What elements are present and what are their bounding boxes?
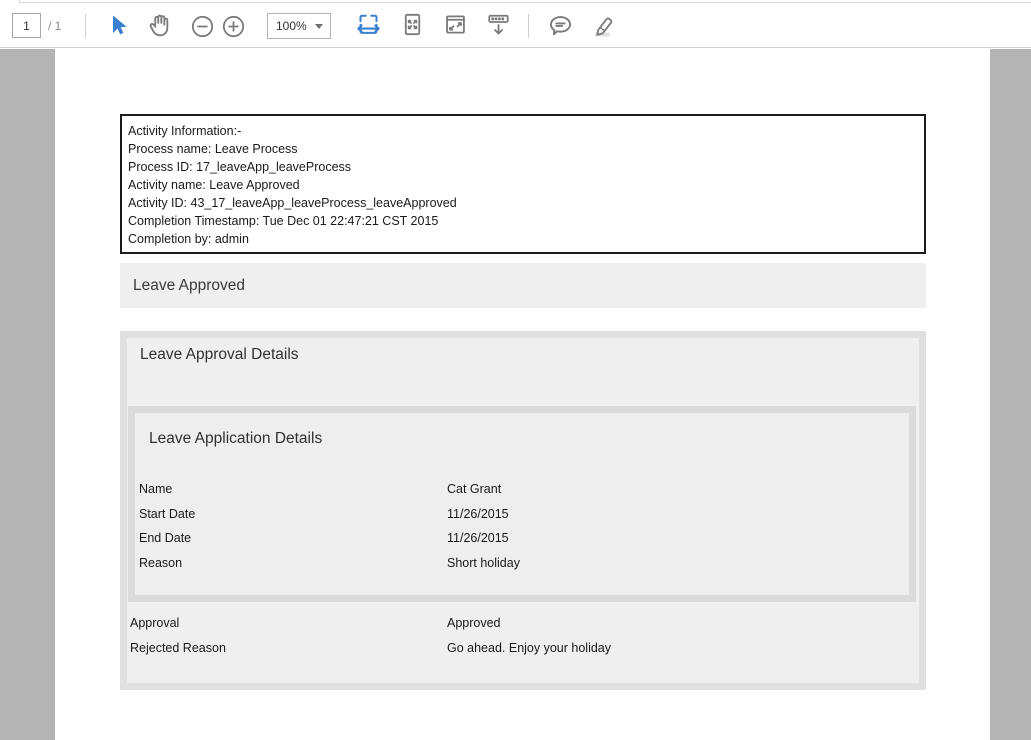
cursor-icon [106, 13, 130, 37]
toolbar-separator [528, 14, 529, 38]
hand-tool-icon [147, 12, 173, 38]
zoom-out-icon [190, 14, 215, 39]
actual-size-button[interactable] [441, 10, 469, 38]
hand-tool-button[interactable] [146, 11, 174, 39]
toolbar-top-border-stub [19, 0, 20, 3]
document-viewer-area[interactable]: Activity Information:- Process name: Lea… [0, 49, 1031, 740]
activity-title-bar: Leave Approved [120, 263, 926, 308]
zoom-dropdown-caret-icon [315, 24, 323, 29]
page-count-label: / 1 [48, 19, 61, 33]
comment-icon [547, 12, 574, 39]
zoom-level-value: 100% [268, 19, 315, 33]
select-tool-button[interactable] [104, 11, 132, 39]
pdf-viewer-window: / 1 [0, 0, 1031, 740]
highlighter-icon [589, 12, 616, 39]
activity-info-line: Completion Timestamp: Tue Dec 01 22:47:2… [128, 212, 918, 230]
hide-toolbar-button[interactable] [484, 10, 512, 38]
field-label-approval: Approval [130, 615, 179, 632]
pdf-page: Activity Information:- Process name: Lea… [55, 49, 990, 740]
field-value-rejected-reason: Go ahead. Enjoy your holiday [447, 640, 611, 657]
zoom-in-icon [221, 14, 246, 39]
field-label-name: Name [139, 481, 172, 498]
fit-page-button[interactable] [398, 10, 426, 38]
field-value-end-date: 11/26/2015 [447, 530, 509, 547]
zoom-level-dropdown[interactable]: 100% [267, 13, 331, 39]
field-label-reason: Reason [139, 555, 182, 572]
activity-info-line: Process ID: 17_leaveApp_leaveProcess [128, 158, 918, 176]
field-value-approval: Approved [447, 615, 501, 632]
page-number-input[interactable] [12, 13, 41, 38]
activity-info-line: Activity ID: 43_17_leaveApp_leaveProcess… [128, 194, 918, 212]
pdf-toolbar: / 1 [0, 0, 1031, 48]
comment-button[interactable] [546, 11, 574, 39]
highlight-button[interactable] [588, 11, 616, 39]
field-value-name: Cat Grant [447, 481, 501, 498]
actual-size-icon [442, 11, 469, 38]
zoom-in-button[interactable] [219, 12, 247, 40]
activity-info-line: Activity Information:- [128, 122, 918, 140]
leave-approval-details-title: Leave Approval Details [140, 346, 299, 364]
field-value-reason: Short holiday [447, 555, 520, 572]
activity-info-line: Completion by: admin [128, 230, 918, 248]
toolbar-separator [85, 14, 86, 38]
field-value-start-date: 11/26/2015 [447, 506, 509, 523]
activity-title: Leave Approved [120, 277, 245, 295]
field-label-end-date: End Date [139, 530, 191, 547]
activity-info-line: Process name: Leave Process [128, 140, 918, 158]
fit-width-button[interactable] [354, 10, 382, 38]
toolbar-top-border [19, 2, 1031, 3]
fit-page-icon [399, 11, 426, 38]
hide-toolbar-icon [485, 11, 512, 38]
field-label-start-date: Start Date [139, 506, 195, 523]
fit-width-icon [355, 11, 382, 38]
leave-application-details-title: Leave Application Details [149, 430, 322, 448]
activity-info-line: Activity name: Leave Approved [128, 176, 918, 194]
zoom-out-button[interactable] [188, 12, 216, 40]
activity-information-box: Activity Information:- Process name: Lea… [120, 114, 926, 254]
field-label-rejected-reason: Rejected Reason [130, 640, 226, 657]
